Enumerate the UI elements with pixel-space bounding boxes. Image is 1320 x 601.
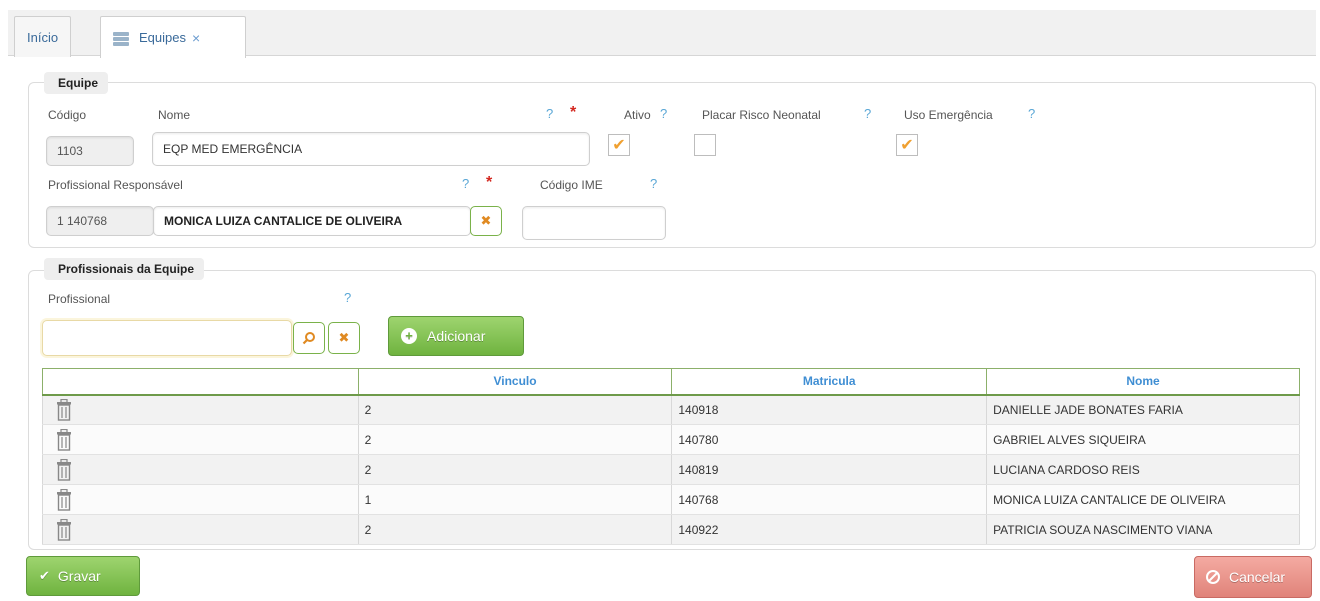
column-header-actions xyxy=(42,368,359,396)
ativo-checkbox[interactable]: ✔ xyxy=(608,134,630,156)
nome-field[interactable]: EQP MED EMERGÊNCIA xyxy=(152,132,590,166)
cell-matricula: 140918 xyxy=(671,394,988,425)
profissional-label: Profissional xyxy=(48,292,111,306)
list-icon xyxy=(113,31,129,46)
cancel-icon xyxy=(1206,570,1220,584)
gravar-button[interactable]: ✔ Gravar xyxy=(26,556,140,596)
row-actions-cell xyxy=(42,454,359,485)
codigo-ime-help-icon[interactable]: ? xyxy=(650,176,657,191)
uso-emergencia-label: Uso Emergência xyxy=(904,108,993,122)
codigo-label: Código xyxy=(48,108,87,122)
clear-profissional-button[interactable]: ✖ xyxy=(328,322,360,354)
trash-icon[interactable] xyxy=(55,398,73,421)
cancelar-button[interactable]: Cancelar xyxy=(1194,556,1312,598)
prof-resp-required-icon: * xyxy=(486,174,493,191)
placar-label: Placar Risco Neonatal xyxy=(702,108,821,122)
equipe-legend: Equipe xyxy=(44,72,109,94)
uso-emergencia-help-icon[interactable]: ? xyxy=(1028,106,1035,121)
close-icon[interactable]: × xyxy=(192,30,200,46)
tab-equipes-label: Equipes xyxy=(139,30,186,45)
cancelar-label: Cancelar xyxy=(1229,569,1286,585)
trash-icon[interactable] xyxy=(55,458,73,481)
codigo-ime-field[interactable] xyxy=(522,206,666,240)
gravar-label: Gravar xyxy=(57,568,101,584)
tab-inicio[interactable]: Início xyxy=(14,16,72,57)
cell-nome: PATRICIA SOUZA NASCIMENTO VIANA xyxy=(986,514,1300,545)
prof-resp-help-icon[interactable]: ? xyxy=(462,176,469,191)
table-row[interactable]: 2 140922 PATRICIA SOUZA NASCIMENTO VIANA xyxy=(42,514,1300,545)
table-header-row: Vinculo Matricula Nome xyxy=(42,368,1300,396)
table-row[interactable]: 2 140780 GABRIEL ALVES SIQUEIRA xyxy=(42,424,1300,455)
codigo-field[interactable]: 1103 xyxy=(46,136,134,166)
cell-vinculo: 2 xyxy=(358,394,673,425)
table-row[interactable]: 1 140768 MONICA LUIZA CANTALICE DE OLIVEIR… xyxy=(42,484,1300,515)
nome-required-icon: * xyxy=(570,104,577,121)
prof-resp-name-field[interactable]: MONICA LUIZA CANTALICE DE OLIVEIRA xyxy=(153,206,471,236)
tab-bar: Início Equipes × xyxy=(8,10,1316,58)
clear-icon: ✖ xyxy=(480,213,492,228)
adicionar-button[interactable]: + Adicionar xyxy=(388,316,524,356)
column-header-matricula[interactable]: Matricula xyxy=(671,368,988,396)
ativo-label: Ativo xyxy=(624,108,651,122)
check-icon: ✔ xyxy=(900,137,914,154)
cell-matricula: 140819 xyxy=(671,454,988,485)
profissional-help-icon[interactable]: ? xyxy=(344,290,351,305)
cell-matricula: 140780 xyxy=(671,424,988,455)
nome-label: Nome xyxy=(158,108,191,122)
trash-icon[interactable] xyxy=(55,518,73,541)
prof-resp-label: Profissional Responsável xyxy=(48,178,183,192)
clear-prof-resp-button[interactable]: ✖ xyxy=(470,206,502,236)
row-actions-cell xyxy=(42,394,359,425)
cell-matricula: 140768 xyxy=(671,484,988,515)
cell-vinculo: 2 xyxy=(358,454,673,485)
adicionar-label: Adicionar xyxy=(427,328,486,344)
nome-help-icon[interactable]: ? xyxy=(546,106,553,121)
tab-equipes[interactable]: Equipes × xyxy=(100,16,246,58)
search-icon xyxy=(302,332,315,345)
cell-nome: LUCIANA CARDOSO REIS xyxy=(986,454,1300,485)
profissionais-table: Vinculo Matricula Nome 2 140918 DANIELLE J… xyxy=(42,368,1300,545)
row-actions-cell xyxy=(42,484,359,515)
placar-help-icon[interactable]: ? xyxy=(864,106,871,121)
table-row[interactable]: 2 140819 LUCIANA CARDOSO REIS xyxy=(42,454,1300,485)
placar-checkbox[interactable] xyxy=(694,134,716,156)
cell-nome: GABRIEL ALVES SIQUEIRA xyxy=(986,424,1300,455)
profissionais-legend: Profissionais da Equipe xyxy=(44,258,205,280)
column-header-nome[interactable]: Nome xyxy=(986,368,1300,396)
search-profissional-button[interactable] xyxy=(293,322,325,354)
check-icon: ✔ xyxy=(39,568,50,583)
column-header-vinculo[interactable]: Vinculo xyxy=(357,368,673,396)
cell-vinculo: 2 xyxy=(358,514,673,545)
cell-vinculo: 1 xyxy=(358,484,673,515)
add-icon: + xyxy=(401,328,417,344)
row-actions-cell xyxy=(42,424,359,455)
clear-icon: ✖ xyxy=(338,330,350,345)
uso-emergencia-checkbox[interactable]: ✔ xyxy=(896,134,918,156)
row-actions-cell xyxy=(42,514,359,545)
cell-nome: DANIELLE JADE BONATES FARIA xyxy=(986,394,1300,425)
codigo-ime-label: Código IME xyxy=(540,178,603,192)
prof-resp-code-field[interactable]: 1 140768 xyxy=(46,206,154,236)
table-row[interactable]: 2 140918 DANIELLE JADE BONATES FARIA xyxy=(42,394,1300,425)
ativo-help-icon[interactable]: ? xyxy=(660,106,667,121)
trash-icon[interactable] xyxy=(55,428,73,451)
cell-nome: MONICA LUIZA CANTALICE DE OLIVEIRA xyxy=(986,484,1300,515)
trash-icon[interactable] xyxy=(55,488,73,511)
check-icon: ✔ xyxy=(612,137,626,154)
cell-matricula: 140922 xyxy=(671,514,988,545)
cell-vinculo: 2 xyxy=(358,424,673,455)
profissional-input[interactable] xyxy=(42,320,292,356)
tab-inicio-label: Início xyxy=(27,29,59,45)
